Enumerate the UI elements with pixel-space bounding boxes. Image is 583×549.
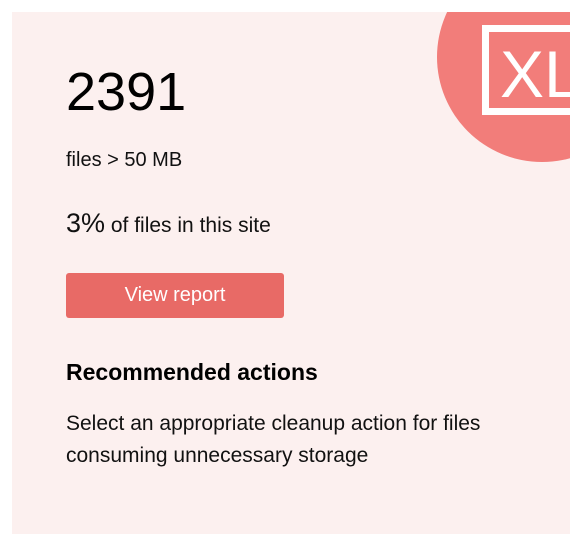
recommended-actions-title: Recommended actions bbox=[66, 359, 318, 385]
view-report-button[interactable]: View report bbox=[66, 273, 284, 318]
file-count: 2391 bbox=[66, 62, 187, 122]
percent-value: 3% bbox=[66, 208, 106, 238]
recommended-actions-description: Select an appropriate cleanup action for… bbox=[66, 412, 481, 467]
xl-icon-letters: XL bbox=[500, 37, 570, 111]
percent-of-files: 3% of files in this site bbox=[66, 208, 271, 241]
percent-caption: of files in this site bbox=[105, 214, 271, 237]
xl-file-icon: XL bbox=[482, 25, 570, 115]
file-size-filter: files > 50 MB bbox=[66, 149, 183, 171]
large-files-card: XL 2391 files > 50 MB 3% of files in thi… bbox=[12, 12, 570, 534]
